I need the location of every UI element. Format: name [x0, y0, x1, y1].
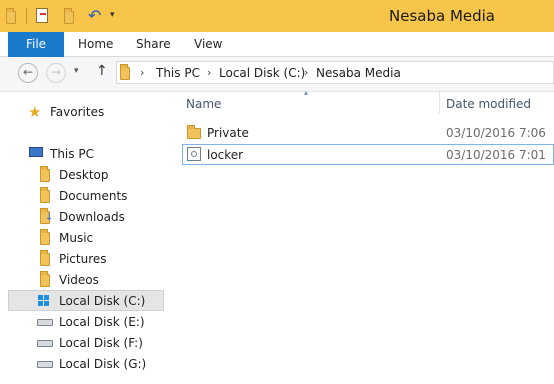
new-folder-icon[interactable] [64, 8, 74, 24]
file-date: 03/10/2016 7:06 [446, 126, 546, 140]
tab-home[interactable]: Home [78, 32, 113, 56]
sort-ascending-icon: ▴ [304, 88, 309, 97]
breadcrumb-local-disk-c[interactable]: Local Disk (C:) [219, 66, 305, 80]
windows-drive-icon [38, 295, 50, 306]
sidebar-item-music[interactable]: Music [59, 231, 93, 245]
breadcrumb-nesaba-media[interactable]: Nesaba Media [316, 66, 401, 80]
download-arrow-icon: ↓ [45, 212, 54, 223]
breadcrumb-separator-icon[interactable]: › [304, 66, 308, 79]
star-icon: ★ [28, 103, 42, 121]
separator [26, 8, 27, 24]
sidebar-item-pictures[interactable]: Pictures [59, 252, 107, 266]
sidebar-item-local-disk-g[interactable]: Local Disk (G:) [59, 357, 146, 371]
file-name[interactable]: locker [207, 148, 243, 162]
folder-icon[interactable] [6, 8, 16, 24]
tab-view[interactable]: View [194, 32, 222, 56]
breadcrumb-this-pc[interactable]: This PC [156, 66, 200, 80]
column-header-name[interactable]: Name [186, 97, 221, 111]
sidebar-item-local-disk-f[interactable]: Local Disk (F:) [59, 336, 143, 350]
sidebar-item-desktop[interactable]: Desktop [59, 168, 109, 182]
breadcrumb-separator-icon[interactable]: › [140, 66, 144, 79]
quick-access-toolbar: ↶ ▾ [6, 8, 126, 24]
this-pc-icon [29, 147, 43, 157]
tab-file[interactable]: File [8, 32, 64, 57]
undo-icon[interactable]: ↶ [88, 8, 104, 24]
drive-icon [37, 340, 53, 347]
drive-icon [37, 319, 53, 326]
up-arrow-icon[interactable]: ↑ [96, 63, 108, 79]
sidebar-item-videos[interactable]: Videos [59, 273, 99, 287]
folder-icon [187, 125, 201, 139]
breadcrumb-separator-icon[interactable]: › [207, 66, 211, 79]
back-arrow-icon: ← [23, 65, 34, 79]
tab-share[interactable]: Share [136, 32, 171, 56]
drive-icon [37, 361, 53, 368]
sidebar-item-documents[interactable]: Documents [59, 189, 127, 203]
sidebar-item-local-disk-c[interactable]: Local Disk (C:) [59, 294, 145, 308]
documents-icon [40, 187, 50, 203]
desktop-icon [40, 166, 50, 182]
batch-file-icon [187, 147, 201, 161]
sidebar-item-local-disk-e[interactable]: Local Disk (E:) [59, 315, 145, 329]
customize-toolbar-chevron-icon[interactable]: ▾ [110, 10, 115, 20]
forward-button[interactable]: → [46, 63, 66, 83]
forward-arrow-icon: → [51, 65, 62, 79]
sidebar-item-this-pc[interactable]: This PC [50, 147, 94, 161]
address-folder-icon [120, 64, 130, 80]
back-button[interactable]: ← [18, 63, 38, 83]
videos-icon [40, 271, 50, 287]
properties-icon[interactable] [36, 8, 48, 23]
column-header-date-modified[interactable]: Date modified [446, 97, 531, 111]
sidebar-item-favorites[interactable]: Favorites [50, 105, 104, 119]
sidebar-item-downloads[interactable]: Downloads [59, 210, 125, 224]
file-date: 03/10/2016 7:01 [446, 148, 546, 162]
column-divider[interactable] [439, 92, 440, 114]
window-title: Nesaba Media [389, 7, 495, 25]
music-icon [40, 229, 50, 245]
pictures-icon [40, 250, 50, 266]
recent-locations-chevron-icon[interactable]: ▾ [74, 66, 79, 76]
file-name[interactable]: Private [207, 126, 249, 140]
